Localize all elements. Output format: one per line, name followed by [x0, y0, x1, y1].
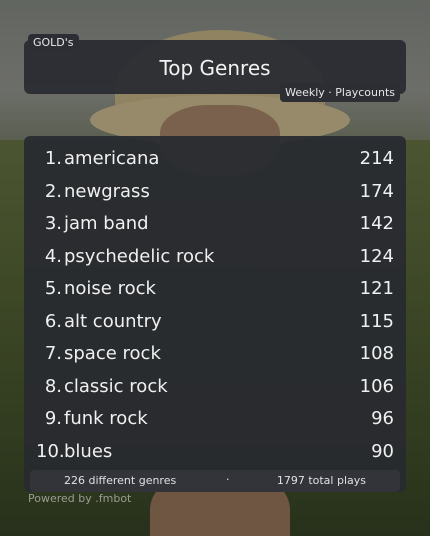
plays-total: 1797 total plays [276, 474, 366, 487]
list-item: 2. newgrass 174 [24, 177, 406, 210]
genre-count: 96 [371, 408, 394, 429]
genre-count: 90 [371, 440, 394, 462]
genre-name: noise rock [64, 278, 156, 299]
footer-separator: · [226, 473, 230, 486]
stats-footer: 226 different genres · 1797 total plays [30, 470, 400, 492]
genre-name: psychedelic rock [64, 245, 215, 267]
list-item: 6. alt country 115 [24, 307, 406, 340]
genre-count: 124 [359, 245, 394, 267]
genre-name: newgrass [64, 180, 150, 202]
genres-total: 226 different genres [64, 474, 177, 487]
genre-count: 214 [359, 148, 394, 169]
list-item: 1. americana 214 [24, 144, 406, 177]
genre-name: blues [64, 440, 113, 462]
genre-rank: 7. [44, 343, 62, 364]
genre-rank: 5. [44, 278, 62, 299]
list-item: 4. psychedelic rock 124 [24, 242, 406, 275]
genre-count: 142 [359, 213, 394, 234]
genre-count: 174 [359, 180, 394, 202]
genre-name: jam band [64, 213, 149, 234]
header-card: GOLD's Top Genres Weekly · Playcounts [24, 34, 406, 102]
genre-name: space rock [64, 343, 161, 364]
genre-rank: 9. [44, 408, 62, 429]
genre-rank: 10. [36, 440, 65, 462]
genre-rank: 6. [44, 310, 62, 332]
genre-name: funk rock [64, 408, 148, 429]
genre-count: 108 [359, 343, 394, 364]
list-item: 10. blues 90 [24, 437, 406, 470]
list-item: 9. funk rock 96 [24, 404, 406, 437]
genre-rank: 8. [44, 375, 62, 397]
genre-count: 121 [359, 278, 394, 299]
genre-list-panel: 1. americana 214 2. newgrass 174 3. jam … [24, 136, 406, 492]
powered-by: Powered by .fmbot [28, 492, 132, 505]
genre-rank: 1. [44, 148, 62, 169]
genre-rank: 3. [44, 213, 62, 234]
period-tag: Weekly · Playcounts [280, 83, 400, 102]
genre-count: 115 [359, 310, 394, 332]
user-tag: GOLD's [28, 34, 79, 51]
genre-list: 1. americana 214 2. newgrass 174 3. jam … [24, 144, 406, 469]
page-title: Top Genres [159, 56, 271, 80]
genre-count: 106 [359, 375, 394, 397]
genre-name: classic rock [64, 375, 168, 397]
genre-name: alt country [64, 310, 162, 332]
list-item: 8. classic rock 106 [24, 372, 406, 405]
list-item: 7. space rock 108 [24, 339, 406, 372]
genre-rank: 4. [44, 245, 62, 267]
list-item: 5. noise rock 121 [24, 274, 406, 307]
genre-rank: 2. [44, 180, 62, 202]
list-item: 3. jam band 142 [24, 209, 406, 242]
genre-name: americana [64, 148, 160, 169]
